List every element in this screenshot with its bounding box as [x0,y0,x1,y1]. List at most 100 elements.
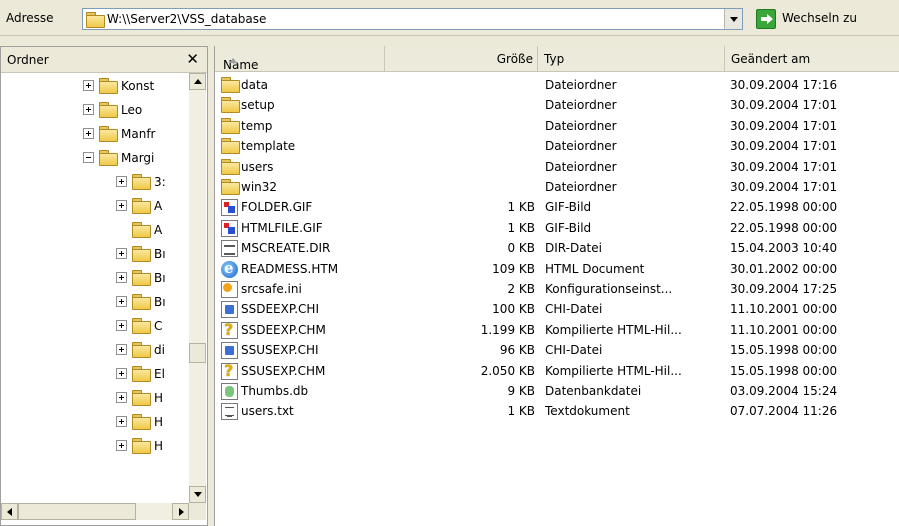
file-row[interactable]: temp Dateiordner 30.09.2004 17:01 [215,116,899,136]
expand-plus-icon[interactable] [116,200,127,211]
column-header-size[interactable]: Größe [385,46,538,72]
column-header-name[interactable]: Name [215,46,385,72]
file-size: 0 KB [507,241,535,256]
file-row[interactable]: setup Dateiordner 30.09.2004 17:01 [215,95,899,115]
tree-item-label: Margi [121,151,155,165]
address-input[interactable]: W:\\Server2\VSS_database [82,8,743,30]
file-row[interactable]: HTMLFILE.GIF 1 KB GIF-Bild 22.05.1998 00:00 [215,218,899,238]
tree-item[interactable]: H [1,436,189,456]
scroll-down-button[interactable] [189,486,206,503]
file-name: srcsafe.ini [241,282,302,296]
tree-item-label: El [154,367,165,381]
tree-item[interactable]: Konst [1,76,189,96]
expand-plus-icon[interactable] [116,176,127,187]
file-row[interactable]: SSDEEXP.CHM 1.199 KB Kompilierte HTML-Hil.… [215,320,899,340]
folder-icon [132,390,151,406]
file-row[interactable]: SSUSEXP.CHI 96 KB CHI-Datei 15.05.1998 00:0… [215,340,899,360]
folder-icon [132,246,151,262]
file-type: DIR-Datei [545,241,602,256]
file-row[interactable]: FOLDER.GIF 1 KB GIF-Bild 22.05.1998 00:00 [215,197,899,217]
expand-plus-icon[interactable] [116,344,127,355]
tree-item[interactable]: El [1,364,189,384]
file-size: 1.199 KB [480,322,535,337]
gif-image-icon [221,199,238,217]
tree-item[interactable]: H [1,412,189,432]
address-dropdown-button[interactable] [724,9,742,29]
tree-item[interactable]: A [1,196,189,216]
tree-item[interactable]: Leo [1,100,189,120]
folder-icon [132,318,151,334]
tree-item-label: Leo [121,103,143,117]
file-row[interactable]: win32 Dateiordner 30.09.2004 17:01 [215,177,899,197]
file-name: SSDEEXP.CHI [241,302,319,317]
go-label: Wechseln zu [782,11,858,25]
expand-plus-icon[interactable] [116,272,127,283]
help-file-icon [221,320,238,339]
folder-tree-vertical-scrollbar[interactable] [189,73,206,503]
column-header-date-label: Geändert am [731,52,811,66]
expand-plus-icon[interactable] [116,368,127,379]
scroll-left-button[interactable] [1,503,18,520]
gif-image-icon [221,219,238,237]
file-name: users.txt [241,404,294,419]
expand-plus-icon[interactable] [83,80,94,91]
file-type: Dateiordner [545,118,617,133]
tree-item[interactable]: Margi [1,148,189,168]
tree-item[interactable]: 3: [1,172,189,192]
folder-tree-horizontal-scrollbar[interactable] [1,503,189,520]
file-row[interactable]: SSDEEXP.CHI 100 KB CHI-Datei 11.10.2001 00:… [215,299,899,319]
horizontal-scroll-thumb[interactable] [18,503,136,520]
go-button[interactable]: Wechseln zu [752,8,898,30]
file-row[interactable]: template Dateiordner 30.09.2004 17:01 [215,136,899,156]
file-row[interactable]: MSCREATE.DIR 0 KB DIR-Datei 15.04.2003 10:4… [215,238,899,258]
file-row[interactable]: SSUSEXP.CHM 2.050 KB Kompilierte HTML-Hil.… [215,361,899,381]
tree-item-label: 3: [154,175,166,189]
file-modified-date: 11.10.2001 00:00 [730,302,838,317]
file-row[interactable]: Thumbs.db 9 KB Datenbankdatei 03.09.2004 15… [215,381,899,401]
tree-item[interactable]: A [1,220,189,240]
scroll-up-button[interactable] [189,73,206,90]
file-row[interactable]: data Dateiordner 30.09.2004 17:16 [215,75,899,95]
expand-plus-icon[interactable] [116,416,127,427]
scroll-right-button[interactable] [172,503,189,520]
tree-item[interactable]: C [1,316,189,336]
column-header-date[interactable]: Geändert am [725,46,899,72]
expand-plus-icon[interactable] [83,104,94,115]
expand-plus-icon[interactable] [116,320,127,331]
tree-item[interactable]: Manfr [1,124,189,144]
close-icon[interactable]: ✕ [186,50,199,68]
tree-item[interactable]: di [1,340,189,360]
file-type: Kompilierte HTML-Hil... [545,322,682,337]
folder-icon [132,198,151,214]
file-row[interactable]: srcsafe.ini 2 KB Konfigurationseinst... 30.… [215,279,899,299]
folder-pane-header: Ordner ✕ [1,47,207,73]
file-type: Dateiordner [545,180,617,194]
tree-item[interactable]: H [1,388,189,408]
file-modified-date: 11.10.2001 00:00 [730,322,838,337]
file-size: 109 KB [492,261,535,276]
tree-item[interactable]: Bı [1,292,189,312]
expand-plus-icon[interactable] [116,296,127,307]
tree-item[interactable]: Bı [1,244,189,264]
file-row[interactable]: users.txt 1 KB Textdokument 07.07.2004 11:2… [215,401,899,421]
expand-plus-icon[interactable] [116,248,127,259]
dir-file-icon [221,240,238,258]
file-name: template [241,139,296,154]
expand-plus-icon[interactable] [83,128,94,139]
tree-item[interactable]: Bı [1,268,189,288]
scroll-thumb[interactable] [189,343,206,363]
file-name: setup [241,98,275,113]
folder-icon [132,366,151,382]
file-row[interactable]: users Dateiordner 30.09.2004 17:01 [215,157,899,177]
expand-plus-icon[interactable] [116,392,127,403]
collapse-minus-icon[interactable] [83,152,94,163]
file-row[interactable]: READMESS.HTM 109 KB HTML Document 30.01.200… [215,259,899,279]
tree-item-label: Bı [154,247,166,261]
column-header-type[interactable]: Typ [538,46,725,72]
expand-plus-icon[interactable] [116,440,127,451]
file-size: 2 KB [507,282,535,296]
file-name: FOLDER.GIF [241,200,313,215]
tree-item-label: H [154,439,164,453]
address-path: W:\\Server2\VSS_database [107,12,267,26]
folder-icon [221,158,240,175]
